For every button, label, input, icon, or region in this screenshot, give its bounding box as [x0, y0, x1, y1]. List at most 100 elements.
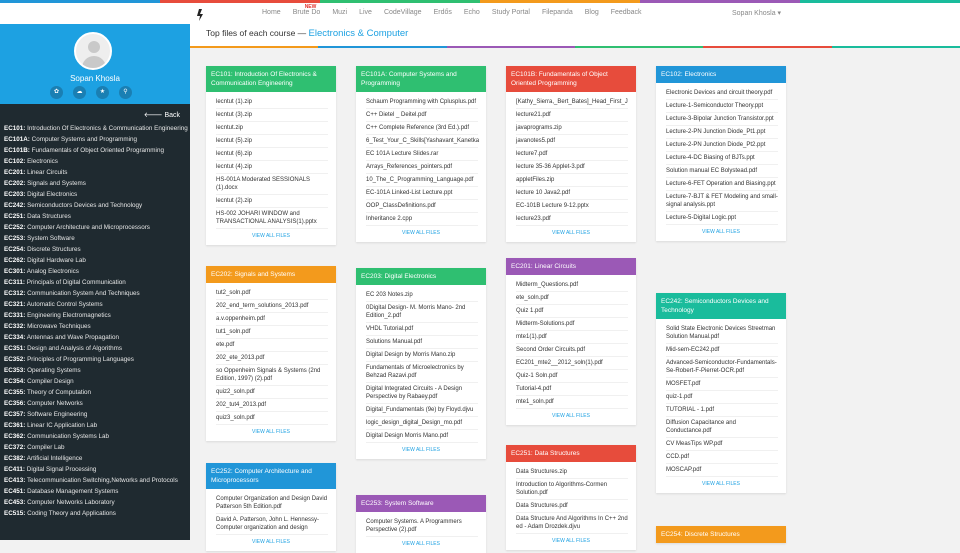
sidebar-course-item[interactable]: EC321: Automatic Control Systems	[4, 299, 188, 310]
file-link[interactable]: Computer Systems. A Programmers Perspect…	[366, 516, 478, 537]
file-link[interactable]: lecntut (4).zip	[216, 161, 328, 174]
sidebar-course-item[interactable]: EC101A: Computer Systems and Programming	[4, 134, 188, 145]
file-link[interactable]: Solution manual EC Bolystead.pdf	[666, 165, 778, 178]
nav-home[interactable]: Home	[262, 9, 281, 16]
cloud-icon[interactable]: ☁	[73, 86, 86, 99]
file-link[interactable]: lecntut (2).zip	[216, 195, 328, 208]
course-card-title[interactable]: EC101B: Fundamentals of Object Oriented …	[506, 66, 636, 92]
file-link[interactable]: lecture21.pdf	[516, 109, 628, 122]
course-card-title[interactable]: EC253: System Software	[356, 495, 486, 512]
file-link[interactable]: MOSFET.pdf	[666, 378, 778, 391]
sidebar-course-item[interactable]: EC301: Analog Electronics	[4, 266, 188, 277]
view-all-files-link[interactable]: VIEW ALL FILES	[656, 477, 786, 493]
file-link[interactable]: quiz2_soln.pdf	[216, 386, 328, 399]
file-link[interactable]: lecntut (3).zip	[216, 109, 328, 122]
sidebar-course-item[interactable]: EC331: Engineering Electromagnetics	[4, 310, 188, 321]
file-link[interactable]: lecntut (1).zip	[216, 96, 328, 109]
course-card-title[interactable]: EC242: Semiconductors Devices and Techno…	[656, 293, 786, 319]
file-link[interactable]: Data Structure And Algorithms In C++ 2nd…	[516, 513, 628, 534]
sidebar-course-item[interactable]: EC352: Principles of Programming Languag…	[4, 354, 188, 365]
view-all-files-link[interactable]: VIEW ALL FILES	[206, 229, 336, 245]
course-card-title[interactable]: EC102: Electronics	[656, 66, 786, 83]
file-link[interactable]: mte1_soln.pdf	[516, 396, 628, 409]
sidebar-course-item[interactable]: EC453: Computer Networks Laboratory	[4, 497, 188, 508]
view-all-files-link[interactable]: VIEW ALL FILES	[656, 225, 786, 241]
sidebar-course-item[interactable]: EC356: Computer Networks	[4, 398, 188, 409]
file-link[interactable]: Fundamentals of Microelectronics by Behz…	[366, 362, 478, 383]
sidebar-course-item[interactable]: EC254: Discrete Structures	[4, 244, 188, 255]
sidebar-course-item[interactable]: EC101: Introduction Of Electronics & Com…	[4, 123, 188, 134]
file-link[interactable]: Solid State Electronic Devices Streetman…	[666, 323, 778, 344]
nav-blog[interactable]: Blog	[585, 9, 599, 16]
file-link[interactable]: Inheritance 2.cpp	[366, 213, 478, 226]
site-logo-icon[interactable]	[196, 8, 208, 22]
file-link[interactable]: appletFiles.zip	[516, 174, 628, 187]
back-button[interactable]: 🡐 Back	[144, 110, 180, 119]
settings-icon[interactable]: ✿	[50, 86, 63, 99]
file-link[interactable]: 0Digital Design- M. Morris Mano- 2nd Edi…	[366, 302, 478, 323]
star-icon[interactable]: ★	[96, 86, 109, 99]
file-link[interactable]: VHDL Tutorial.pdf	[366, 323, 478, 336]
file-link[interactable]: Lecture-5-Digital Logic.ppt	[666, 212, 778, 225]
sidebar-course-item[interactable]: EC411: Digital Signal Processing	[4, 464, 188, 475]
sidebar-course-item[interactable]: EC253: System Software	[4, 233, 188, 244]
sidebar-course-item[interactable]: EC372: Compiler Lab	[4, 442, 188, 453]
sidebar-course-item[interactable]: EC413: Telecommunication Switching,Netwo…	[4, 475, 188, 486]
file-link[interactable]: tut1_soln.pdf	[216, 326, 328, 339]
file-link[interactable]: ete_soln.pdf	[516, 292, 628, 305]
file-link[interactable]: Lecture-3-Bipolar Junction Transistor.pp…	[666, 113, 778, 126]
nav-erdos[interactable]: Erdős	[434, 9, 452, 16]
file-link[interactable]: javanotes5.pdf	[516, 135, 628, 148]
file-link[interactable]: OOP_ClassDefinitions.pdf	[366, 200, 478, 213]
file-link[interactable]: Digital_Fundamentals (9e) by Floyd.djvu	[366, 404, 478, 417]
view-all-files-link[interactable]: VIEW ALL FILES	[206, 425, 336, 441]
view-all-files-link[interactable]: VIEW ALL FILES	[206, 535, 336, 551]
sidebar-course-item[interactable]: EC202: Signals and Systems	[4, 178, 188, 189]
file-link[interactable]: Lecture-7-BJT & FET Modeling and small-s…	[666, 191, 778, 212]
file-link[interactable]: Midterm-Solutions.pdf	[516, 318, 628, 331]
file-link[interactable]: ete.pdf	[216, 339, 328, 352]
file-link[interactable]: Electronic Devices and circuit theory.pd…	[666, 87, 778, 100]
sidebar-course-item[interactable]: EC101B: Fundamentals of Object Oriented …	[4, 145, 188, 156]
file-link[interactable]: 202_end_term_solutions_2013.pdf	[216, 300, 328, 313]
file-link[interactable]: Quiz-1 Soln.pdf	[516, 370, 628, 383]
sidebar-course-item[interactable]: EC451: Database Management Systems	[4, 486, 188, 497]
file-link[interactable]: tut2_soln.pdf	[216, 287, 328, 300]
pin-icon[interactable]: ⚲	[119, 86, 132, 99]
file-link[interactable]: C++ Dietel _ Deitel.pdf	[366, 109, 478, 122]
user-menu[interactable]: Sopan Khosla ▾	[732, 9, 781, 17]
sidebar-course-item[interactable]: EC353: Operating Systems	[4, 365, 188, 376]
file-link[interactable]: so Oppenheim Signals & Systems (2nd Edit…	[216, 365, 328, 386]
file-link[interactable]: Quiz 1.pdf	[516, 305, 628, 318]
sidebar-course-item[interactable]: EC515: Coding Theory and Applications	[4, 508, 188, 519]
file-link[interactable]: EC-101B Lecture 9-12.pptx	[516, 200, 628, 213]
sidebar-course-item[interactable]: EC334: Antennas and Wave Propagation	[4, 332, 188, 343]
file-link[interactable]: EC 101A Lecture Slides.rar	[366, 148, 478, 161]
file-link[interactable]: Lecture-6-FET Operation and Biasing.ppt	[666, 178, 778, 191]
file-link[interactable]: Tutorial-4.pdf	[516, 383, 628, 396]
file-link[interactable]: CV MeasTips WP.pdf	[666, 438, 778, 451]
file-link[interactable]: Mid-sem-EC242.pdf	[666, 344, 778, 357]
nav-filepanda[interactable]: Filepanda	[542, 9, 573, 16]
file-link[interactable]: Schaum Programming with Cplusplus.pdf	[366, 96, 478, 109]
file-link[interactable]: Computer Organization and Design David P…	[216, 493, 328, 514]
file-link[interactable]: Lecture-4-DC Biasing of BJTs.ppt	[666, 152, 778, 165]
file-link[interactable]: mte1(1).pdf	[516, 331, 628, 344]
course-card-title[interactable]: EC202: Signals and Systems	[206, 266, 336, 283]
nav-feedback[interactable]: Feedback	[611, 9, 642, 16]
file-link[interactable]: Digital Integrated Circuits - A Design P…	[366, 383, 478, 404]
nav-codevillage[interactable]: CodeVillage	[384, 9, 422, 16]
file-link[interactable]: 202_tut4_2013.pdf	[216, 399, 328, 412]
file-link[interactable]: C++ Complete Reference (3rd Ed.).pdf	[366, 122, 478, 135]
file-link[interactable]: Lecture-1-Semiconductor Theory.ppt	[666, 100, 778, 113]
nav-muzi[interactable]: Muzi	[332, 9, 347, 16]
view-all-files-link[interactable]: VIEW ALL FILES	[506, 534, 636, 550]
file-link[interactable]: TUTORIAL - 1.pdf	[666, 404, 778, 417]
file-link[interactable]: lecntut.zip	[216, 122, 328, 135]
sidebar-course-item[interactable]: EC251: Data Structures	[4, 211, 188, 222]
file-link[interactable]: 6_Test_Your_C_Skills[Yashavant_Kanetka	[366, 135, 479, 148]
file-link[interactable]: Data Structures.zip	[516, 466, 628, 479]
file-link[interactable]: [Kathy_Sierra,_Bert_Bates]_Head_First_J	[516, 96, 628, 109]
file-link[interactable]: David A. Patterson, John L. Hennessy-Com…	[216, 514, 328, 535]
file-link[interactable]: Second Order Circuits.pdf	[516, 344, 628, 357]
